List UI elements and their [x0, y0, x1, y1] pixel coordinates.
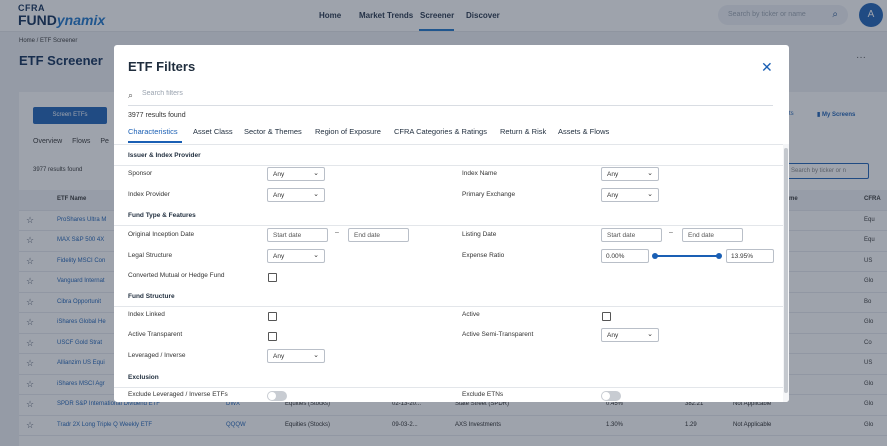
chevron-down-icon: ⌄: [313, 170, 319, 177]
tab-cfra-categories-ratings[interactable]: CFRA Categories & Ratings: [394, 127, 487, 136]
filter-search: ⌕: [128, 88, 773, 106]
leveraged-inverse-label: Leveraged / Inverse: [128, 352, 186, 359]
expense-ratio-label: Expense Ratio: [462, 252, 505, 259]
search-icon: ⌕: [128, 90, 134, 100]
tab-return-risk[interactable]: Return & Risk: [500, 127, 546, 136]
inception-date-label: Original Inception Date: [128, 231, 195, 238]
tab-sector-themes[interactable]: Sector & Themes: [244, 127, 302, 136]
active-semi-transparent-label: Active Semi-Transparent: [462, 331, 534, 338]
inception-end-date[interactable]: End date: [348, 228, 409, 242]
etf-filters-dialog: ETF Filters ✕ ⌕ 3977 results found Chara…: [114, 45, 789, 402]
active-label: Active: [462, 311, 480, 318]
filter-search-input[interactable]: [142, 90, 542, 97]
active-checkbox[interactable]: [602, 312, 611, 321]
scrollbar-thumb[interactable]: [784, 148, 788, 393]
chevron-down-icon: ⌄: [313, 191, 319, 198]
active-transparent-checkbox[interactable]: [268, 332, 277, 341]
listing-end-date[interactable]: End date: [682, 228, 743, 242]
primary-exchange-label: Primary Exchange: [462, 191, 516, 198]
chevron-down-icon: ⌄: [647, 170, 653, 177]
exclude-leveraged-label: Exclude Leveraged / Inverse ETFs: [128, 391, 228, 398]
chevron-down-icon: ⌄: [647, 331, 653, 338]
index-provider-select[interactable]: Any ⌄: [267, 188, 325, 202]
slider-max-handle[interactable]: [716, 253, 722, 259]
expense-ratio-min[interactable]: 0.00%: [601, 249, 649, 263]
chevron-down-icon: ⌄: [313, 252, 319, 259]
chevron-down-icon: ⌄: [647, 191, 653, 198]
index-name-label: Index Name: [462, 170, 498, 177]
slider-min-handle[interactable]: [652, 253, 658, 259]
section-fund-type: Fund Type & Features: [128, 212, 196, 219]
dialog-title: ETF Filters: [128, 59, 196, 74]
tab-characteristics[interactable]: Characteristics: [128, 127, 178, 136]
inception-start-date[interactable]: Start date: [267, 228, 328, 242]
chevron-down-icon: ⌄: [313, 352, 319, 359]
sponsor-select[interactable]: Any ⌄: [267, 167, 325, 181]
active-tab-indicator: [128, 141, 182, 143]
exclude-leveraged-toggle[interactable]: [267, 391, 287, 401]
listing-date-label: Listing Date: [462, 231, 497, 238]
expense-ratio-max[interactable]: 13.95%: [726, 249, 774, 263]
section-fund-structure: Fund Structure: [128, 293, 175, 300]
section-exclusion: Exclusion: [128, 374, 159, 381]
converted-fund-label: Converted Mutual or Hedge Fund: [128, 272, 225, 279]
tab-asset-class[interactable]: Asset Class: [193, 127, 233, 136]
sponsor-label: Sponsor: [128, 170, 153, 177]
tab-region-of-exposure[interactable]: Region of Exposure: [315, 127, 381, 136]
active-transparent-label: Active Transparent: [128, 331, 183, 338]
active-semi-transparent-select[interactable]: Any ⌄: [601, 328, 659, 342]
leveraged-inverse-select[interactable]: Any ⌄: [267, 349, 325, 363]
index-linked-checkbox[interactable]: [268, 312, 277, 321]
index-provider-label: Index Provider: [128, 191, 170, 198]
close-icon[interactable]: ✕: [761, 59, 773, 76]
exclude-etns-label: Exclude ETNs: [462, 391, 504, 398]
converted-fund-checkbox[interactable]: [268, 273, 277, 282]
legal-structure-select[interactable]: Any ⌄: [267, 249, 325, 263]
results-count: 3977 results found: [128, 112, 186, 119]
exclude-etns-toggle[interactable]: [601, 391, 621, 401]
tab-assets-flows[interactable]: Assets & Flows: [558, 127, 609, 136]
index-name-select[interactable]: Any ⌄: [601, 167, 659, 181]
index-linked-label: Index Linked: [128, 311, 165, 318]
legal-structure-label: Legal Structure: [128, 252, 173, 259]
section-issuer: Issuer & Index Provider: [128, 152, 201, 159]
listing-start-date[interactable]: Start date: [601, 228, 662, 242]
primary-exchange-select[interactable]: Any ⌄: [601, 188, 659, 202]
expense-ratio-slider[interactable]: [655, 255, 719, 257]
filter-body: Issuer & Index Provider Sponsor Any ⌄ Ind…: [114, 144, 783, 402]
